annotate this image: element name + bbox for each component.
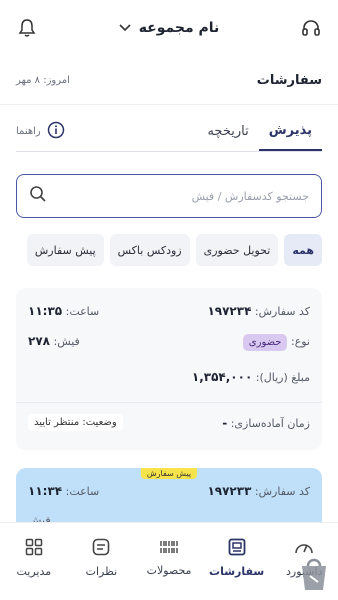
nav-reviews-label: نظرات bbox=[85, 564, 118, 578]
order-code-label: کد سفارش: bbox=[254, 485, 310, 498]
order-type-label: نوع: bbox=[290, 334, 310, 348]
store-logo-icon bbox=[298, 552, 330, 592]
nav-management-label: مدیریت bbox=[16, 564, 52, 578]
tab-history[interactable]: تاریخچه bbox=[197, 112, 258, 151]
headset-icon[interactable] bbox=[300, 17, 322, 39]
order-type-badge: حضوری bbox=[242, 333, 288, 351]
order-receipt-label: فیش: bbox=[53, 335, 80, 348]
collection-selector[interactable]: نام مجموعه bbox=[119, 20, 220, 36]
tabs: پذیرش تاریخچه راهنما bbox=[16, 112, 322, 152]
filter-chips: همه تحویل حضوری زودکس باکس پیش سفارش bbox=[16, 234, 322, 268]
nav-products[interactable]: محصولات bbox=[139, 539, 199, 577]
order-time: ۱۱:۳۴ bbox=[28, 484, 63, 498]
divider bbox=[0, 104, 338, 105]
order-code: ۱۹۷۲۳۴ bbox=[207, 304, 252, 318]
search-box bbox=[16, 174, 322, 218]
today-date: امروز: ۸ مهر bbox=[16, 74, 70, 86]
bell-icon[interactable] bbox=[16, 17, 38, 39]
order-time: ۱۱:۳۵ bbox=[28, 304, 63, 318]
comment-icon bbox=[92, 538, 110, 559]
order-code: ۱۹۷۲۳۳ bbox=[207, 484, 252, 498]
prep-time-label: زمان آماده‌سازی: bbox=[230, 416, 310, 430]
card-divider bbox=[16, 402, 322, 403]
tab-accept[interactable]: پذیرش bbox=[258, 112, 322, 151]
order-receipt: ۲۷۸ bbox=[28, 334, 50, 348]
filter-all[interactable]: همه bbox=[284, 234, 322, 266]
nav-products-label: محصولات bbox=[146, 563, 192, 577]
filter-in-person[interactable]: تحویل حضوری bbox=[195, 234, 279, 266]
info-icon bbox=[47, 121, 65, 142]
bottom-nav: داشبورد سفارشات محصولات نظرات مدیریت bbox=[0, 522, 338, 600]
collection-name: نام مجموعه bbox=[138, 20, 220, 36]
search-input[interactable] bbox=[55, 189, 309, 203]
nav-reviews[interactable]: نظرات bbox=[71, 538, 131, 578]
status-value: منتظر تایید bbox=[34, 417, 80, 428]
status-badge: وضعیت: منتظر تایید bbox=[28, 414, 123, 431]
filter-zoodex-box[interactable]: زودکس باکس bbox=[109, 234, 190, 266]
grid-icon bbox=[25, 538, 43, 559]
filter-preorder[interactable]: پیش سفارش bbox=[26, 234, 104, 266]
order-code-label: کد سفارش: bbox=[254, 305, 310, 318]
order-amount-label: مبلغ (ریال): bbox=[255, 371, 310, 384]
chevron-down-icon bbox=[119, 20, 131, 36]
nav-orders[interactable]: سفارشات bbox=[207, 538, 267, 578]
help-label: راهنما bbox=[16, 126, 41, 137]
search-icon[interactable] bbox=[29, 185, 47, 207]
top-bar: نام مجموعه bbox=[0, 0, 338, 56]
page-title: سفارشات bbox=[256, 72, 322, 88]
help-link[interactable]: راهنما bbox=[16, 112, 65, 151]
nav-orders-label: سفارشات bbox=[209, 564, 265, 578]
order-card[interactable]: کد سفارش: ۱۹۷۲۳۴ ساعت: ۱۱:۳۵ نوع: حضوری … bbox=[16, 288, 322, 450]
order-time-label: ساعت: bbox=[65, 485, 100, 498]
orders-icon bbox=[228, 538, 246, 559]
prep-time: - bbox=[222, 415, 228, 430]
section-header: سفارشات امروز: ۸ مهر bbox=[0, 62, 338, 98]
status-label: وضعیت: bbox=[82, 417, 117, 428]
preorder-tag: پیش سفارش bbox=[140, 468, 198, 479]
order-time-label: ساعت: bbox=[65, 305, 100, 318]
nav-management[interactable]: مدیریت bbox=[4, 538, 64, 578]
order-amount: ۱,۳۵۴,۰۰۰ bbox=[191, 370, 253, 384]
barcode-icon bbox=[159, 539, 179, 558]
